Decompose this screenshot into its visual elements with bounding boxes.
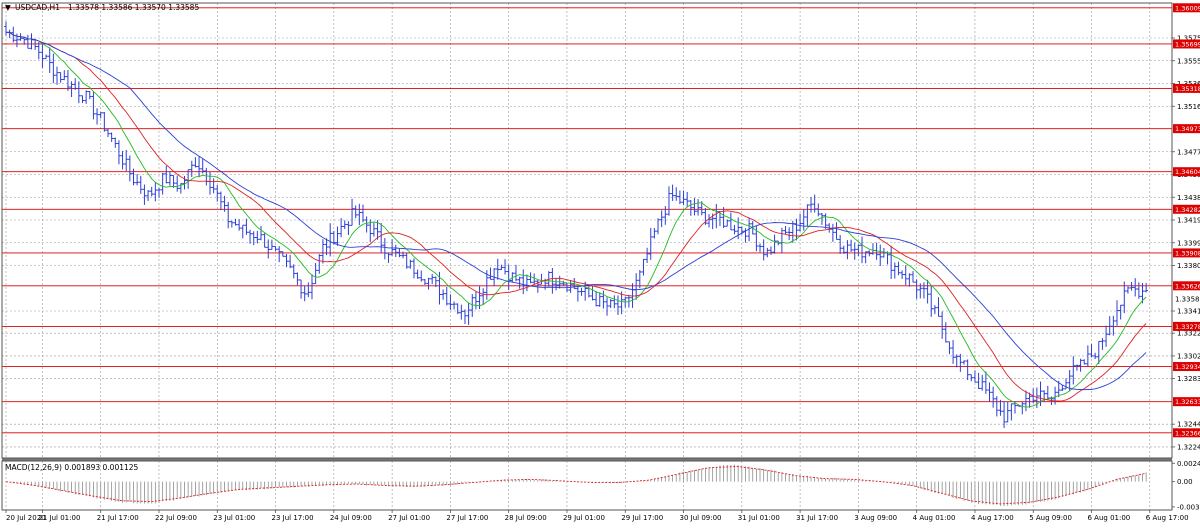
y-tick-label: 1.34385: [1177, 194, 1200, 202]
price-level-label: 1.32934: [1175, 363, 1200, 371]
price-level-label: 1.33626: [1175, 282, 1200, 290]
x-tick-label: 23 Jul 17:00: [272, 514, 314, 522]
chart-background: [0, 0, 1200, 525]
y-tick-label: 1.32245: [1177, 443, 1200, 451]
price-level-label: 1.33908: [1175, 249, 1200, 257]
x-tick-label: 30 Jul 09:00: [680, 514, 722, 522]
price-level-label: 1.34973: [1175, 125, 1200, 133]
price-level-label: 1.32366: [1175, 429, 1200, 437]
x-tick-label: 23 Jul 01:00: [213, 514, 255, 522]
x-tick-label: 31 Jul 01:00: [738, 514, 780, 522]
x-tick-label: 3 Aug 09:00: [854, 514, 897, 522]
price-level-label: 1.32633: [1175, 398, 1200, 406]
ohlc-readout: 1.33578 1.33586 1.33570 1.33585: [68, 3, 199, 12]
macd-y-tick-label: -0.003297: [1177, 503, 1200, 511]
current-price-label: 1.33585: [1175, 296, 1200, 304]
price-level-label: 1.36009: [1175, 4, 1200, 12]
x-tick-label: 21 Jul 17:00: [97, 514, 139, 522]
y-tick-label: 1.33025: [1177, 352, 1200, 360]
y-tick-label: 1.33410: [1177, 308, 1200, 316]
y-tick-label: 1.33995: [1177, 239, 1200, 247]
y-tick-label: 1.35165: [1177, 103, 1200, 111]
x-tick-label: 6 Aug 17:00: [1146, 514, 1189, 522]
dropdown-triangle-icon[interactable]: ▼: [5, 3, 11, 12]
x-tick-label: 28 Jul 09:00: [505, 514, 547, 522]
x-tick-label: 27 Jul 01:00: [388, 514, 430, 522]
price-level-label: 1.34282: [1175, 206, 1200, 214]
y-tick-label: 1.35555: [1177, 57, 1200, 65]
x-tick-label: 29 Jul 17:00: [621, 514, 663, 522]
x-tick-label: 31 Jul 17:00: [796, 514, 838, 522]
y-tick-label: 1.34775: [1177, 148, 1200, 156]
x-tick-label: 4 Aug 01:00: [913, 514, 956, 522]
x-tick-label: 5 Aug 09:00: [1029, 514, 1072, 522]
x-tick-label: 6 Aug 01:00: [1088, 514, 1131, 522]
macd-y-tick-label: 0.00: [1177, 478, 1193, 486]
macd-title: MACD(12,26,9) 0.001893 0.001125: [5, 463, 139, 472]
x-tick-label: 29 Jul 01:00: [563, 514, 605, 522]
y-tick-label: 1.34190: [1177, 217, 1200, 225]
y-tick-label: 1.32440: [1177, 421, 1200, 429]
y-tick-label: 1.33800: [1177, 262, 1200, 270]
y-tick-label: 1.32830: [1177, 375, 1200, 383]
price-level-label: 1.34604: [1175, 168, 1200, 176]
chart-title: ▼ USDCAD,H1 1.33578 1.33586 1.33570 1.33…: [5, 3, 199, 12]
price-level-label: 1.33278: [1175, 323, 1200, 331]
x-tick-label: 27 Jul 17:00: [446, 514, 488, 522]
x-tick-label: 4 Aug 17:00: [971, 514, 1014, 522]
price-level-label: 1.35318: [1175, 85, 1200, 93]
macd-y-tick-label: 0.002406: [1177, 460, 1200, 468]
x-tick-label: 24 Jul 09:00: [330, 514, 372, 522]
chart-canvas: 1.357501.355551.353601.351651.347751.345…: [0, 0, 1200, 525]
x-tick-label: 21 Jul 01:00: [38, 514, 80, 522]
x-tick-label: 22 Jul 09:00: [155, 514, 197, 522]
symbol-label: USDCAD,H1: [15, 3, 60, 12]
chart-window: 1.357501.355551.353601.351651.347751.345…: [0, 0, 1200, 525]
price-level-label: 1.35699: [1175, 40, 1200, 48]
